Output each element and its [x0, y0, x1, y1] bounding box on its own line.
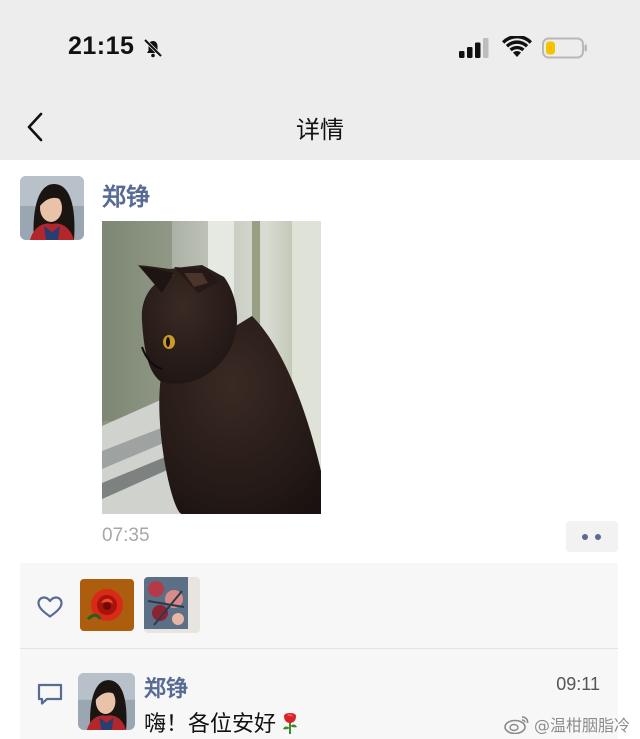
comment-author[interactable]: 郑铮 — [144, 671, 188, 703]
status-time: 21:15 — [68, 32, 135, 60]
black-cat-photo[interactable] — [102, 221, 321, 514]
status-bar: 21:15 — [0, 0, 640, 96]
comment-text: 嗨！各位安好 — [144, 706, 300, 738]
post-author[interactable]: 郑铮 — [102, 177, 150, 212]
rose-avatar[interactable] — [80, 579, 134, 631]
comment-timestamp: 09:11 — [556, 674, 600, 694]
post-timestamp: 07:35 — [102, 525, 150, 546]
more-actions-button[interactable] — [566, 521, 618, 552]
comment-icon — [37, 683, 63, 705]
weibo-icon — [504, 716, 529, 734]
wifi-icon — [502, 36, 532, 57]
floral-avatar[interactable] — [144, 577, 200, 633]
ellipsis-icon — [595, 534, 601, 540]
rose-emoji — [283, 713, 298, 734]
author-avatar[interactable] — [20, 176, 84, 240]
page-title: 详情 — [296, 116, 344, 144]
ellipsis-icon — [582, 534, 588, 540]
watermark: @温柑胭脂冷 — [504, 712, 630, 736]
signal-icon — [459, 38, 489, 58]
divider — [20, 648, 618, 649]
battery-low-icon — [542, 37, 587, 59]
comment-body: 嗨！各位安好 — [144, 712, 277, 737]
watermark-text: @温柑胭脂冷 — [533, 716, 630, 735]
nav-bar: 详情 — [0, 96, 640, 160]
comment-author-avatar[interactable] — [78, 673, 135, 730]
bell-off-icon — [143, 38, 163, 58]
heart-outline-icon — [37, 596, 63, 618]
